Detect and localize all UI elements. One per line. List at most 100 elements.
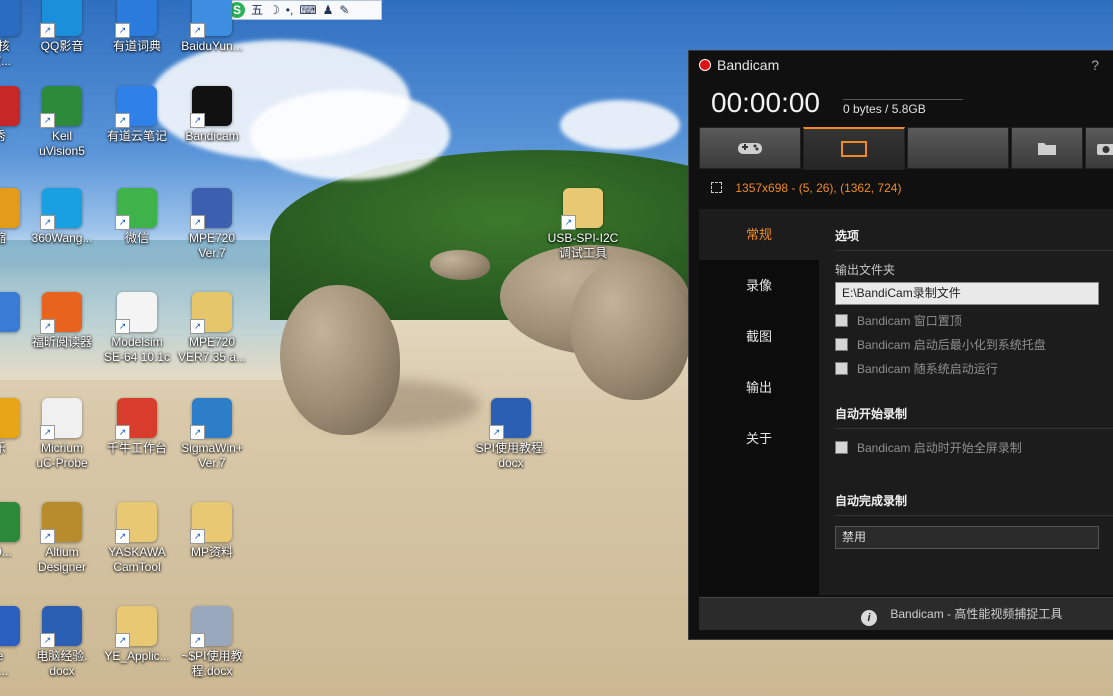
output-folder-input[interactable]: E:\BandiCam录制文件 bbox=[835, 282, 1099, 305]
mpe720-icon: ↗ bbox=[190, 188, 232, 230]
size-readout: 0 bytes / 5.8GB bbox=[843, 99, 963, 116]
desktop-icon-label: Keil uVision5 bbox=[39, 129, 85, 158]
bandicam-window[interactable]: Bandicam ? 00:00:00 0 bytes / 5.8GB 1357… bbox=[688, 50, 1113, 640]
desktop-icon-altium[interactable]: ↗ Altium Designer bbox=[22, 502, 102, 575]
desktop-icon-label: MPE720 VER7.35 a... bbox=[177, 335, 247, 364]
desktop-icon-360[interactable]: ↗ 360Wang... bbox=[22, 188, 102, 246]
modelsim-icon: ↗ bbox=[115, 292, 157, 334]
desktop-icon-wechat[interactable]: ↗ 微信 bbox=[97, 188, 177, 246]
nav-about[interactable]: 关于 bbox=[699, 413, 819, 464]
desktop-icon-label: SPI使用教程. docx bbox=[475, 441, 547, 470]
shortcut-arrow-icon: ↗ bbox=[190, 23, 205, 38]
checkbox-box[interactable] bbox=[835, 338, 848, 351]
desktop-icon-label: 千牛工作台 bbox=[106, 441, 167, 455]
desktop-icon-mpdocs[interactable]: ↗ MP资料 bbox=[172, 502, 252, 560]
desktop-icon-label: Bandicam bbox=[185, 129, 239, 143]
desktop-icon-yaskawa[interactable]: ↗ YASKAWA CamTool bbox=[97, 502, 177, 575]
desktop-icon-micrium[interactable]: ↗ Micrium uC-Probe bbox=[22, 398, 102, 471]
window-title: Bandicam bbox=[717, 57, 780, 73]
mode-tabs bbox=[699, 127, 1113, 170]
desktop-icon-label: SigmaWin+ Ver.7 bbox=[181, 441, 243, 470]
desktop-icon-mpe720b[interactable]: ↗ MPE720 VER7.35 a... bbox=[172, 292, 252, 365]
gamepad-icon bbox=[738, 143, 762, 154]
wrench-icon[interactable]: ✎ bbox=[339, 1, 349, 19]
360-icon: ↗ bbox=[40, 188, 82, 230]
settings-body: 常规 录像 截图 输出 关于 选项 输出文件夹 E:\BandiCam录制文件 … bbox=[699, 209, 1113, 595]
desktop-icon-label: QQ影音 bbox=[40, 39, 84, 53]
foxit-icon: ↗ bbox=[40, 292, 82, 334]
left-5-icon: ↗ bbox=[0, 398, 20, 438]
desktop-icon-bandicam[interactable]: ↗ Bandicam bbox=[172, 86, 252, 144]
info-icon[interactable]: i bbox=[861, 610, 877, 626]
diannao-icon: ↗ bbox=[40, 606, 82, 648]
desktop-icon-ydnote[interactable]: ↗ 有道云笔记 bbox=[97, 86, 177, 144]
desktop-icon-baiduyun[interactable]: ↗ BaiduYun... bbox=[172, 0, 252, 54]
desktop-icon-mpe720[interactable]: ↗ MPE720 Ver.7 bbox=[172, 188, 252, 261]
desktop-icon-diannao[interactable]: ↗ 电脑经验. docx bbox=[22, 606, 102, 679]
game-mode-tab[interactable] bbox=[699, 127, 801, 169]
auto-finish-field[interactable]: 禁用 bbox=[835, 526, 1099, 549]
device-mode-tab[interactable] bbox=[907, 127, 1009, 169]
checkbox-minimize-tray[interactable]: Bandicam 启动后最小化到系统托盘 bbox=[835, 336, 1113, 353]
desktop-icon-modelsim[interactable]: ↗ Modelsim SE-64 10.1c bbox=[97, 292, 177, 365]
shortcut-arrow-icon: ↗ bbox=[40, 113, 55, 128]
ime-mode-label[interactable]: 五 bbox=[251, 1, 263, 19]
checkbox-box[interactable] bbox=[835, 441, 848, 454]
open-folder-button[interactable] bbox=[1011, 127, 1083, 169]
shortcut-arrow-icon: ↗ bbox=[115, 425, 130, 440]
shortcut-arrow-icon: ↗ bbox=[190, 319, 205, 334]
checkbox-box[interactable] bbox=[835, 314, 848, 327]
punctuation-icon[interactable]: •, bbox=[286, 1, 294, 19]
settings-content: 选项 输出文件夹 E:\BandiCam录制文件 Bandicam 窗口置顶 B… bbox=[835, 209, 1113, 595]
desktop-icon-label: YE_Applic... bbox=[104, 649, 170, 663]
timer: 00:00:00 bbox=[711, 87, 820, 118]
left-7-icon: ↗ bbox=[0, 606, 20, 646]
nav-video[interactable]: 录像 bbox=[699, 260, 819, 311]
desktop-icon-keil[interactable]: ↗ Keil uVision5 bbox=[22, 86, 102, 159]
shortcut-arrow-icon: ↗ bbox=[40, 215, 55, 230]
section-auto-start: 自动开始录制 bbox=[835, 399, 1113, 429]
desktop-icon-yeapp[interactable]: ↗ YE_Applic... bbox=[97, 606, 177, 664]
nav-general[interactable]: 常规 bbox=[699, 209, 819, 260]
yaskawa-icon: ↗ bbox=[115, 502, 157, 544]
desktop-icon-youdao[interactable]: ↗ 有道词典 bbox=[97, 0, 177, 54]
moon-icon[interactable]: ☽ bbox=[269, 1, 280, 19]
shortcut-arrow-icon: ↗ bbox=[40, 319, 55, 334]
checkbox-topmost[interactable]: Bandicam 窗口置顶 bbox=[835, 312, 1113, 329]
desktop-icon-spitmp[interactable]: ↗ ~$PI使用教 程.docx bbox=[172, 606, 252, 679]
desktop-icon-label: 有道云笔记 bbox=[106, 129, 167, 143]
checkbox-fullscreen-start[interactable]: Bandicam 启动时开始全屏录制 bbox=[835, 439, 1113, 456]
desktop-icon-spidoc[interactable]: ↗ SPI使用教程. docx bbox=[471, 398, 551, 471]
desktop-icon-qianniu[interactable]: ↗ 千牛工作台 bbox=[97, 398, 177, 456]
screenshot-button[interactable] bbox=[1085, 127, 1113, 169]
desktop-icon-label: YASKAWA CamTool bbox=[108, 545, 166, 574]
wechat-icon: ↗ bbox=[115, 188, 157, 230]
keyboard-icon[interactable]: ⌨ bbox=[299, 1, 316, 19]
rock bbox=[430, 250, 490, 280]
desktop-icon-label: Micrium uC-Probe bbox=[36, 441, 88, 470]
screen-rect-icon bbox=[841, 141, 867, 157]
shortcut-arrow-icon: ↗ bbox=[190, 425, 205, 440]
desktop-icon-foxit[interactable]: ↗ 福昕阅读器 bbox=[22, 292, 102, 350]
checkbox-box[interactable] bbox=[835, 362, 848, 375]
shortcut-arrow-icon: ↗ bbox=[40, 23, 55, 38]
help-button[interactable]: ? bbox=[1091, 51, 1099, 79]
left-2-icon: ↗ bbox=[0, 86, 20, 126]
altium-icon: ↗ bbox=[40, 502, 82, 544]
screen-mode-tab[interactable] bbox=[803, 127, 905, 170]
checkbox-autostart[interactable]: Bandicam 随系统启动运行 bbox=[835, 360, 1113, 377]
desktop-icon-sigmawin[interactable]: ↗ SigmaWin+ Ver.7 bbox=[172, 398, 252, 471]
nav-image[interactable]: 截图 bbox=[699, 311, 819, 362]
capture-area-text: 1357x698 - (5, 26), (1362, 724) bbox=[735, 181, 902, 195]
user-icon[interactable]: ♟ bbox=[323, 1, 334, 19]
shortcut-arrow-icon: ↗ bbox=[190, 633, 205, 648]
title-bar[interactable]: Bandicam ? bbox=[689, 51, 1113, 79]
status-bar: i Bandicam - 高性能视频捕捉工具 bbox=[699, 597, 1113, 630]
mpe720b-icon: ↗ bbox=[190, 292, 232, 334]
desktop-icon-label: ~$PI使用教 程.docx bbox=[181, 649, 243, 678]
desktop-icon-qq[interactable]: ↗ QQ影音 bbox=[22, 0, 102, 54]
desktop-icon-usbspi[interactable]: ↗ USB-SPI-I2C 调试工具 bbox=[543, 188, 623, 261]
desktop-icon-label: 微信 bbox=[124, 231, 149, 245]
nav-output[interactable]: 输出 bbox=[699, 362, 819, 413]
left-4-icon: ↗ bbox=[0, 292, 20, 332]
